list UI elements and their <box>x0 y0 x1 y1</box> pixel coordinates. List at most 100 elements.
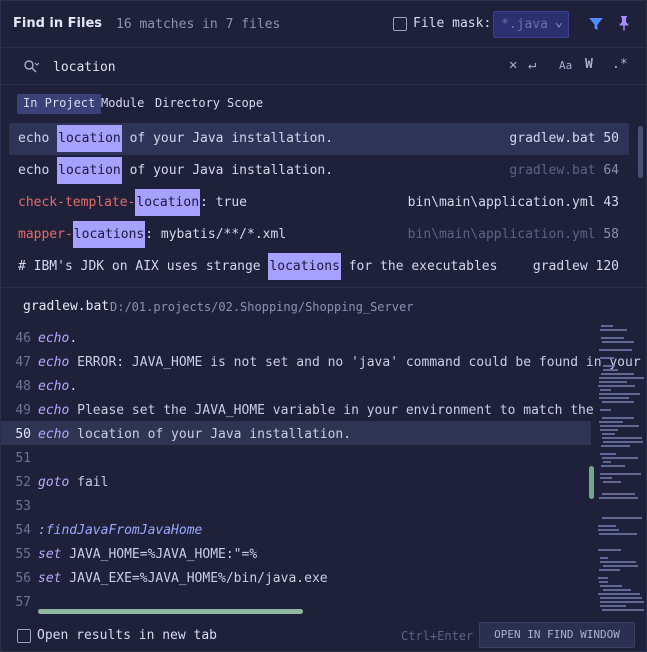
result-text: echo location of your Java installation. <box>18 157 333 184</box>
minimap-line <box>603 441 643 443</box>
minimap-line <box>603 365 615 367</box>
line-number: 55 <box>15 547 31 562</box>
minimap-line <box>598 529 619 531</box>
match-highlight: locations <box>268 253 341 280</box>
minimap-line <box>600 585 622 587</box>
minimap-line <box>599 581 608 583</box>
line-number: 47 <box>15 355 31 370</box>
minimap-line <box>600 477 612 479</box>
filter-icon[interactable] <box>587 15 605 33</box>
editor-horizontal-scrollbar[interactable] <box>38 609 303 614</box>
tab-scope[interactable]: Scope <box>221 94 269 114</box>
minimap-line <box>600 453 616 455</box>
search-icon[interactable] <box>23 59 39 75</box>
shortcut-hint: Ctrl+Enter <box>401 629 474 643</box>
minimap-line <box>603 461 611 463</box>
minimap-line <box>600 473 641 475</box>
match-highlight: location <box>135 189 201 216</box>
tab-directory[interactable]: Directory <box>149 94 226 114</box>
minimap-line <box>601 337 624 339</box>
line-number: 53 <box>15 499 31 514</box>
result-text: # IBM's JDK on AIX uses strange location… <box>18 253 497 280</box>
newline-icon[interactable]: ↵ <box>528 57 536 73</box>
result-file: gradlew.bat 50 <box>509 131 619 146</box>
result-row[interactable]: # IBM's JDK on AIX uses strange location… <box>9 251 629 283</box>
minimap-line <box>600 389 611 391</box>
result-text: echo location of your Java installation. <box>18 125 333 152</box>
code-line: 52 goto fail <box>1 469 591 493</box>
code-line: 49 echo Please set the JAVA_HOME variabl… <box>1 397 593 421</box>
find-in-files-popup: Find in Files 16 matches in 7 files File… <box>0 0 647 652</box>
open-new-tab-checkbox[interactable] <box>17 629 31 643</box>
code-minimap[interactable] <box>596 323 646 617</box>
result-text: check-template-location: true <box>18 189 247 216</box>
search-row: ✕ ↵ Aa W .* <box>1 47 646 85</box>
open-in-find-window-button[interactable]: OPEN IN FIND WINDOW <box>479 622 635 648</box>
minimap-line <box>598 525 616 527</box>
minimap-line <box>599 349 632 351</box>
minimap-line <box>603 589 631 591</box>
match-highlight: location <box>57 157 122 184</box>
minimap-line <box>599 497 638 499</box>
open-new-tab-label: Open results in new tab <box>37 628 218 643</box>
code-line: 46 echo. <box>1 325 591 349</box>
results-list: echo location of your Java installation.… <box>1 121 646 285</box>
search-input[interactable] <box>53 57 473 77</box>
code-preview[interactable]: 46 echo. 47 echo ERROR: JAVA_HOME is not… <box>1 323 646 617</box>
editor-vertical-scrollbar[interactable] <box>589 466 594 499</box>
line-number: 49 <box>15 403 31 418</box>
minimap-line <box>601 465 625 467</box>
result-row[interactable]: mapper-locations: mybatis/**/*.xml bin\m… <box>9 219 629 251</box>
minimap-line <box>599 421 623 423</box>
line-number: 54 <box>15 523 31 538</box>
preview-file-name: gradlew.bat <box>23 299 110 314</box>
match-highlight: locations <box>72 221 146 248</box>
regex-icon[interactable]: .* <box>612 57 628 72</box>
minimap-line <box>599 533 637 535</box>
minimap-line <box>600 409 611 411</box>
tab-in-project[interactable]: In Project <box>17 94 102 114</box>
minimap-line <box>600 425 639 427</box>
minimap-line <box>602 401 634 403</box>
match-case-icon[interactable]: Aa <box>559 59 572 72</box>
minimap-line <box>599 393 640 395</box>
pin-icon[interactable] <box>615 14 633 32</box>
scope-tabs: In Project Module Directory Scope <box>1 87 646 119</box>
result-file: bin\main\application.yml 58 <box>407 227 619 242</box>
minimap-line <box>602 609 644 611</box>
result-text: mapper-locations: mybatis/**/*.xml <box>18 221 286 248</box>
minimap-line <box>598 549 621 551</box>
minimap-line <box>599 381 627 383</box>
result-row[interactable]: check-template-location: true bin\main\a… <box>9 187 629 219</box>
minimap-line <box>600 597 642 599</box>
file-mask-label: File mask: <box>413 16 492 31</box>
whole-words-icon[interactable]: W <box>585 57 593 72</box>
result-file: gradlew 120 <box>532 259 619 274</box>
popup-header: Find in Files 16 matches in 7 files File… <box>1 1 646 47</box>
results-scrollbar[interactable] <box>638 126 643 178</box>
match-highlight: location <box>57 125 122 152</box>
minimap-line <box>602 457 638 459</box>
line-number: 46 <box>15 331 31 346</box>
match-count: 16 matches in 7 files <box>116 17 281 32</box>
minimap-line <box>600 561 636 563</box>
minimap-line <box>600 429 618 431</box>
chevron-down-icon: ⌄ <box>554 14 563 30</box>
result-row[interactable]: echo location of your Java installation.… <box>9 123 629 155</box>
minimap-line <box>598 577 608 579</box>
tab-module[interactable]: Module <box>95 94 150 114</box>
minimap-line <box>600 557 608 559</box>
minimap-line <box>602 341 634 343</box>
file-mask-select[interactable]: *.java ⌄ <box>493 11 569 38</box>
popup-title: Find in Files <box>13 16 103 31</box>
result-row[interactable]: echo location of your Java installation.… <box>9 155 629 187</box>
code-line: 47 echo ERROR: JAVA_HOME is not set and … <box>1 349 640 373</box>
minimap-line <box>600 601 644 603</box>
minimap-line <box>602 433 615 435</box>
minimap-line <box>602 493 635 495</box>
minimap-line <box>598 385 635 387</box>
clear-icon[interactable]: ✕ <box>509 57 517 73</box>
code-line: 54 :findJavaFromJavaHome <box>1 517 591 541</box>
file-mask-checkbox[interactable] <box>393 17 407 31</box>
minimap-line <box>603 369 618 371</box>
